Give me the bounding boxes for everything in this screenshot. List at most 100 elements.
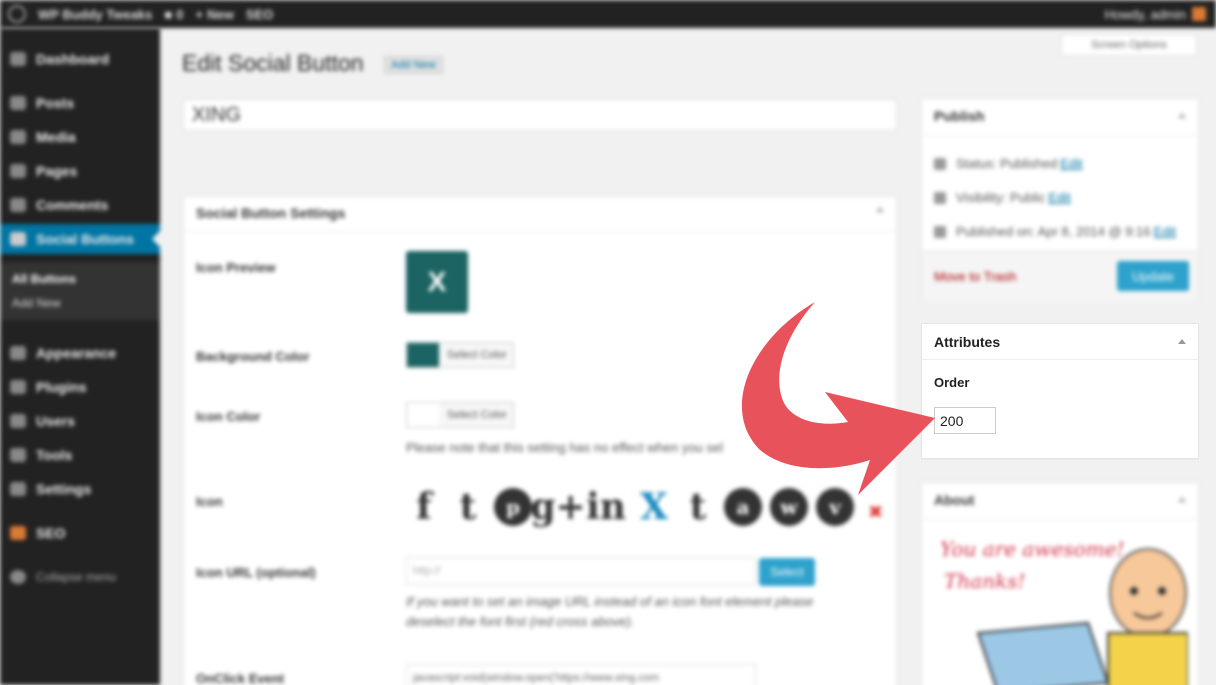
color-swatch <box>407 343 439 367</box>
background-color-picker[interactable]: Select Color <box>406 342 514 368</box>
update-button[interactable]: Update <box>1117 261 1189 291</box>
edit-visibility-link[interactable]: Edit <box>1048 190 1070 205</box>
collapse-arrow-icon[interactable] <box>876 207 884 212</box>
pinterest-icon[interactable]: p <box>494 488 532 526</box>
onclick-event-label: OnClick Event <box>196 671 285 685</box>
publish-title: Publish <box>934 108 985 124</box>
about-illustration: You are awesome! Thanks! <box>938 533 1188 685</box>
tumblr-icon[interactable]: t <box>680 485 716 529</box>
wordpress-logo-icon[interactable] <box>8 5 26 23</box>
add-new-button[interactable]: Add New <box>384 56 443 74</box>
about-box: About You are awesome! Thanks! <box>921 482 1199 685</box>
seo-link[interactable]: SEO <box>246 7 273 22</box>
icon-color-picker[interactable]: Select Color <box>406 402 514 428</box>
visibility-text: Visibility: Public <box>956 190 1046 205</box>
google-plus-icon[interactable]: g+ <box>530 485 585 529</box>
divider <box>922 359 1198 360</box>
sidebar-item-label: Tools <box>36 447 73 463</box>
media-icon <box>10 130 26 144</box>
sidebar-item-plugins[interactable]: Plugins <box>0 372 160 402</box>
sidebar-item-label: Collapse menu <box>36 570 117 584</box>
plus-icon: + <box>195 6 204 22</box>
icon-label: Icon <box>196 494 223 509</box>
sidebar-item-comments[interactable]: Comments <box>0 190 160 220</box>
post-title-input[interactable]: XING <box>183 99 897 131</box>
dashboard-icon <box>10 52 26 66</box>
account-menu[interactable]: Howdy, admin <box>1105 7 1206 22</box>
icon-url-note: deselect the font first (red cross above… <box>406 614 635 629</box>
sidebar-item-label: SEO <box>36 525 66 541</box>
comment-icon <box>10 198 26 212</box>
sidebar-item-label: Pages <box>36 163 78 179</box>
icon-url-note: If you want to set an image URL instead … <box>406 594 814 609</box>
sidebar-item-tools[interactable]: Tools <box>0 440 160 470</box>
order-input[interactable] <box>934 407 996 434</box>
submenu-add-new[interactable]: Add New <box>12 296 61 310</box>
submenu-all-buttons[interactable]: All Buttons <box>12 272 76 286</box>
status-row: Status: Published Edit <box>934 156 1083 171</box>
user-icon <box>10 414 26 428</box>
sidebar-item-media[interactable]: Media <box>0 122 160 152</box>
comments-link[interactable]: ■ 0 <box>164 7 183 22</box>
icon-url-label: Icon URL (optional) <box>196 565 316 580</box>
published-date-text: Published on: Apr 8, 2014 @ 9:16 <box>956 224 1151 239</box>
page-title: Edit Social Button <box>182 50 364 76</box>
icon-url-input[interactable]: http:// <box>406 557 756 585</box>
sidebar-item-label: Posts <box>36 95 75 111</box>
comments-count: 0 <box>176 6 184 22</box>
collapse-menu-button[interactable]: Collapse menu <box>0 562 160 592</box>
collapse-arrow-icon[interactable] <box>1178 497 1186 502</box>
settings-icon <box>10 482 26 496</box>
background-color-label: Background Color <box>196 349 310 364</box>
remove-icon[interactable]: ✖ <box>868 502 883 523</box>
sidebar-item-settings[interactable]: Settings <box>0 474 160 504</box>
divider <box>922 135 1198 136</box>
xing-icon: X <box>427 266 447 297</box>
sidebar-item-label: Comments <box>36 197 109 213</box>
new-content-link[interactable]: + New <box>195 7 233 22</box>
screen-options-button[interactable]: Screen Options <box>1061 34 1197 56</box>
icon-preview-label: Icon Preview <box>196 260 276 275</box>
sidebar-item-label: Settings <box>36 481 92 497</box>
linkedin-icon[interactable]: in <box>584 485 628 529</box>
sidebar-item-social-buttons[interactable]: Social Buttons <box>0 224 160 254</box>
share-icon <box>10 232 26 246</box>
color-swatch <box>407 403 439 427</box>
visibility-row: Visibility: Public Edit <box>934 190 1071 205</box>
xing-icon[interactable]: X <box>636 485 672 529</box>
comment-bubble-icon: ■ <box>164 6 173 22</box>
sidebar-item-label: Social Buttons <box>36 231 135 247</box>
plug-icon <box>10 380 26 394</box>
greeting-text: Howdy, admin <box>1104 6 1186 22</box>
collapse-arrow-icon[interactable] <box>1178 113 1186 118</box>
edit-date-link[interactable]: Edit <box>1154 224 1176 239</box>
move-to-trash-link[interactable]: Move to Trash <box>934 269 1016 284</box>
collapse-arrow-icon[interactable] <box>1178 339 1186 344</box>
sidebar-item-users[interactable]: Users <box>0 406 160 436</box>
sidebar-item-seo[interactable]: SEO <box>0 518 160 548</box>
onclick-event-input[interactable]: javascript:void(window.open('https://www… <box>406 664 756 685</box>
brush-icon <box>10 346 26 360</box>
site-name-link[interactable]: WP Buddy Tweaks <box>38 7 152 22</box>
sidebar-item-label: Plugins <box>36 379 87 395</box>
cartoon-icon <box>976 548 1188 685</box>
attributes-title: Attributes <box>934 334 1001 350</box>
avatar <box>1192 7 1206 21</box>
collapse-icon <box>10 570 26 584</box>
select-image-button[interactable]: Select <box>759 558 815 586</box>
about-title: About <box>934 492 975 508</box>
twitter-icon[interactable]: t <box>450 485 486 529</box>
eye-icon <box>934 191 946 204</box>
admin-sidebar: Dashboard Posts Media Pages Comments Soc… <box>0 28 160 685</box>
settings-box-title: Social Button Settings <box>196 205 346 221</box>
select-color-text: Select Color <box>447 349 507 361</box>
red-arrow-icon <box>741 302 935 495</box>
sidebar-item-appearance[interactable]: Appearance <box>0 338 160 368</box>
icon-color-label: Icon Color <box>196 409 261 424</box>
sidebar-item-posts[interactable]: Posts <box>0 88 160 118</box>
sidebar-item-dashboard[interactable]: Dashboard <box>0 44 160 74</box>
edit-status-link[interactable]: Edit <box>1060 156 1082 171</box>
facebook-icon[interactable]: f <box>406 485 442 529</box>
sidebar-item-pages[interactable]: Pages <box>0 156 160 186</box>
icon-preview: X <box>406 251 468 313</box>
